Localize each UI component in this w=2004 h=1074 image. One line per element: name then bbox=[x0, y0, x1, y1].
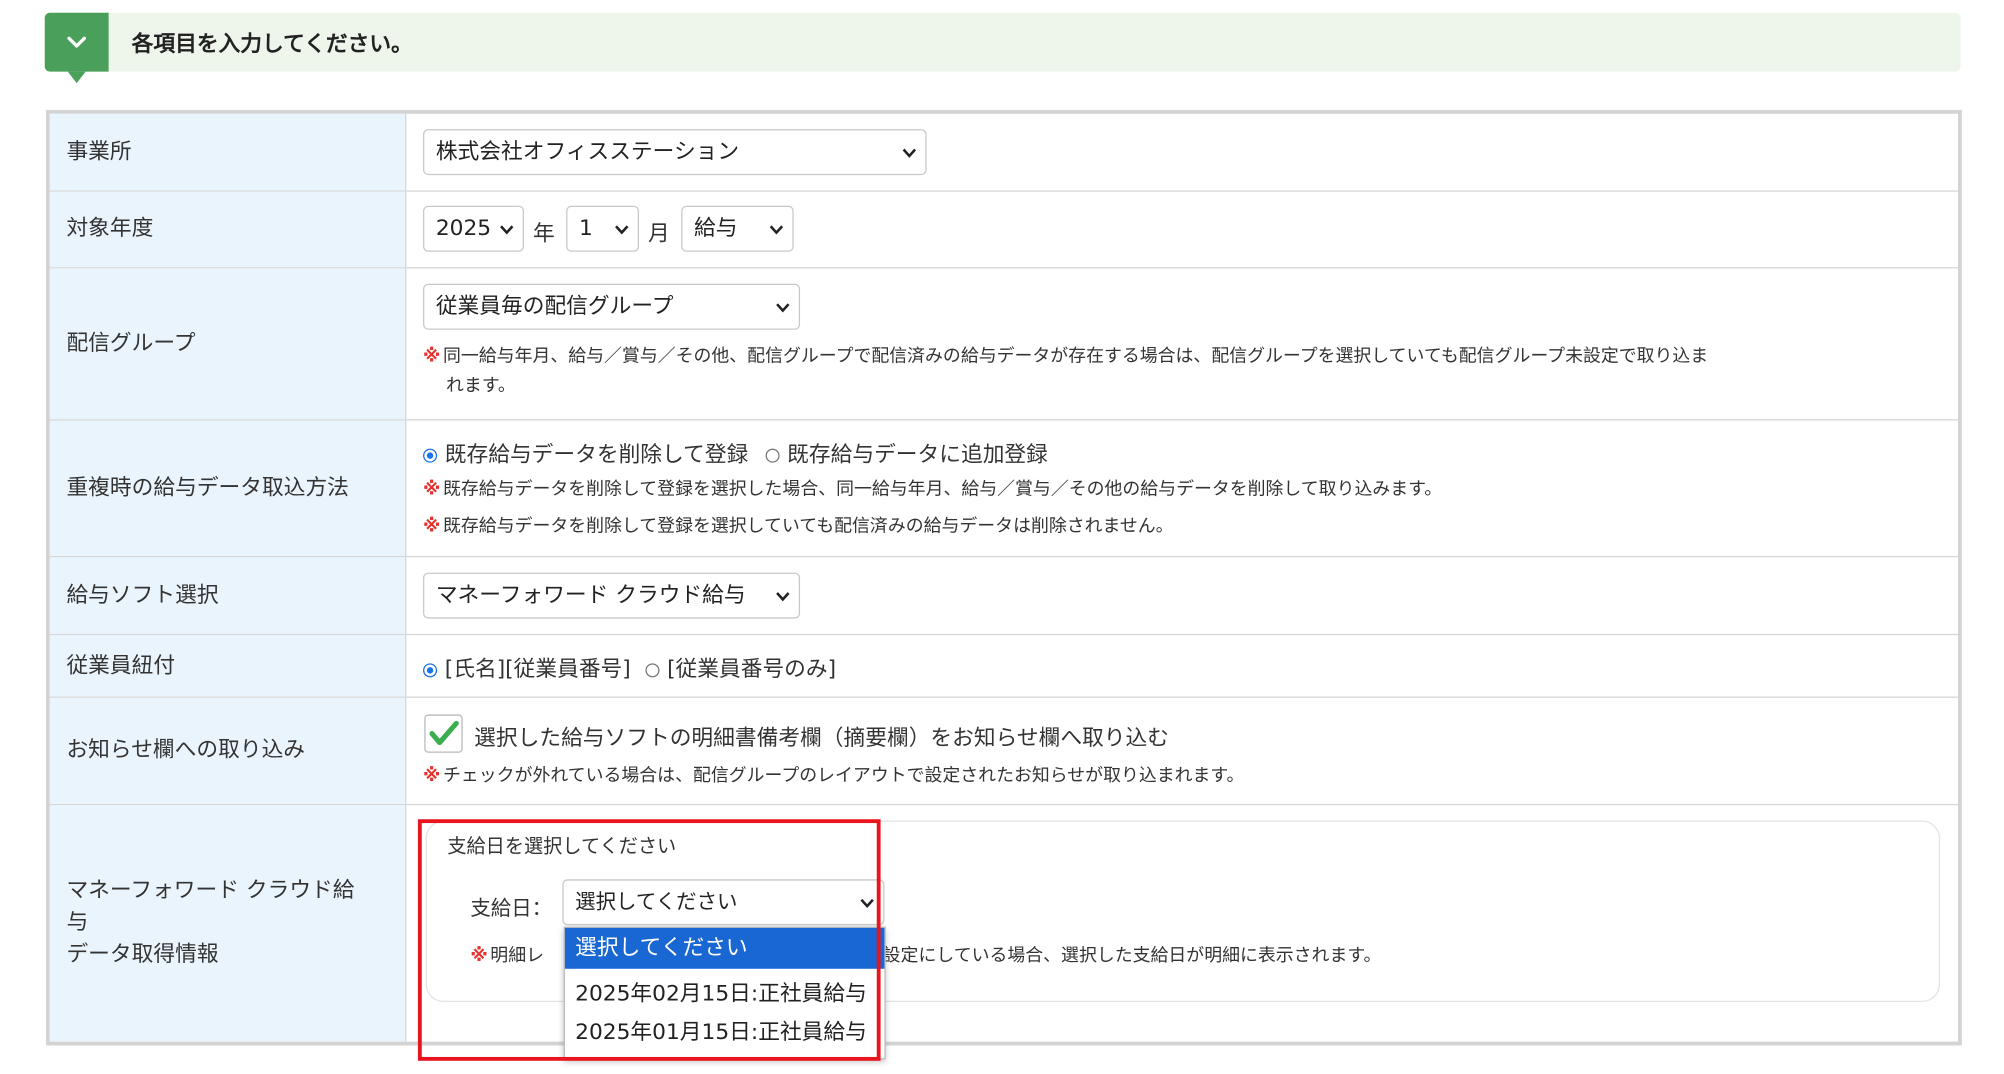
radio-label: [従業員番号のみ] bbox=[667, 656, 837, 683]
office-select-value: 株式会社オフィスステーション bbox=[435, 139, 740, 165]
row-employee: 従業員紐付 [氏名][従業員番号] [従業員番号のみ] bbox=[49, 635, 1958, 698]
pay-date-dropdown-list: 選択してください 2025年02月15日:正社員給与 2025年01月15日:正… bbox=[563, 926, 886, 1060]
notice-checkbox[interactable] bbox=[424, 714, 463, 753]
pay-date-heading: 支給日を選択してください bbox=[447, 834, 677, 858]
dropdown-option[interactable]: 2025年02月15日:正社員給与 bbox=[565, 974, 885, 1015]
section-banner: 各項目を入力してください。 bbox=[44, 12, 1961, 84]
pay-type-select[interactable]: 給与 bbox=[681, 205, 794, 252]
row-year: 対象年度 2025 年 1 月 給与 bbox=[49, 191, 1958, 269]
note-text: 示する設定にしている場合、選択した支給日が明細に表示されます。 bbox=[828, 945, 1382, 967]
note-mark: ※ bbox=[423, 479, 441, 500]
radio-selected-icon[interactable] bbox=[423, 448, 438, 463]
chevron-down-icon bbox=[776, 303, 790, 313]
year-select[interactable]: 2025 bbox=[423, 205, 525, 252]
row-duplicate: 重複時の給与データ取込方法 既存給与データを削除して登録 既存給与データに追加登… bbox=[49, 420, 1958, 558]
pay-type-select-value: 給与 bbox=[693, 215, 738, 242]
radio-unselected-icon[interactable] bbox=[765, 448, 780, 463]
row-label: 配信グループ bbox=[49, 268, 407, 420]
note-text: 同一給与年月、給与／賞与／その他、配信グループで配信済みの給与データが存在する場… bbox=[443, 346, 1709, 367]
note-mark: ※ bbox=[423, 346, 441, 367]
row-label: マネーフォワード クラウド給 与 データ取得情報 bbox=[49, 805, 407, 1042]
import-form: 事業所 株式会社オフィスステーション 対象年度 2025 年 1 月 給与 配信… bbox=[46, 109, 1962, 1046]
section-title: 各項目を入力してください。 bbox=[131, 31, 413, 58]
note-mark: ※ bbox=[423, 516, 441, 537]
software-select[interactable]: マネーフォワード クラウド給与 bbox=[423, 572, 801, 619]
radio-label: [氏名][従業員番号] bbox=[444, 656, 631, 683]
month-select[interactable]: 1 bbox=[566, 205, 640, 252]
row-group: 配信グループ 従業員毎の配信グループ ※ 同一給与年月、給与／賞与／その他、配信グ… bbox=[49, 268, 1958, 421]
radio-label: 既存給与データに追加登録 bbox=[787, 442, 1048, 468]
note-text: 既存給与データを削除して登録を選択した場合、同一給与年月、給与／賞与／その他の給… bbox=[443, 479, 1443, 500]
chevron-down-icon bbox=[769, 225, 784, 235]
row-label: 対象年度 bbox=[49, 191, 407, 268]
month-select-value: 1 bbox=[578, 215, 593, 242]
group-note: ※ 同一給与年月、給与／賞与／その他、配信グループで配信済みの給与データが存在する… bbox=[423, 343, 1938, 402]
year-select-value: 2025 bbox=[435, 215, 492, 242]
dropdown-option[interactable]: 2025年01月15日:正社員給与 bbox=[565, 1015, 885, 1051]
notice-note: ※ チェックが外れている場合は、配信グループのレイアウトで設定されたお知らせが取り… bbox=[423, 762, 1244, 791]
label-line: データ取得情報 bbox=[66, 941, 219, 968]
group-select-value: 従業員毎の配信グループ bbox=[435, 293, 674, 320]
duplicate-option-delete[interactable]: 既存給与データを削除して登録 bbox=[423, 442, 748, 468]
notice-checkbox-label[interactable]: 選択した給与ソフトの明細書備考欄（摘要欄）をお知らせ欄へ取り込む bbox=[474, 720, 1169, 752]
duplicate-radio-group: 既存給与データを削除して登録 既存給与データに追加登録 bbox=[423, 436, 1048, 468]
label-line: 与 bbox=[66, 909, 89, 936]
month-unit: 月 bbox=[647, 221, 670, 247]
duplicate-note-1: ※ 既存給与データを削除して登録を選択した場合、同一給与年月、給与／賞与／その他の… bbox=[423, 475, 1442, 504]
duplicate-option-append[interactable]: 既存給与データに追加登録 bbox=[765, 442, 1048, 468]
row-label: 事業所 bbox=[49, 113, 407, 191]
duplicate-note-2: ※ 既存給与データを削除して登録を選択していても配信済みの給与データは削除されませ… bbox=[423, 513, 1174, 542]
row-label: お知らせ欄への取り込み bbox=[49, 697, 407, 804]
row-software: 給与ソフト選択 マネーフォワード クラウド給与 bbox=[49, 557, 1958, 636]
dropdown-option[interactable]: 選択してください bbox=[564, 927, 885, 969]
group-select[interactable]: 従業員毎の配信グループ bbox=[423, 283, 801, 330]
pay-date-select[interactable]: 選択してください bbox=[562, 879, 885, 926]
employee-option-number-only[interactable]: [従業員番号のみ] bbox=[645, 656, 837, 683]
software-select-value: マネーフォワード クラウド給与 bbox=[435, 582, 746, 609]
note-text: れます。 bbox=[446, 375, 516, 397]
chevron-down-icon bbox=[776, 592, 790, 602]
pay-date-select-value: 選択してください bbox=[575, 889, 738, 914]
note-text: 既存給与データを削除して登録を選択していても配信済みの給与データは削除されません… bbox=[443, 516, 1174, 537]
employee-option-name-number[interactable]: [氏名][従業員番号] bbox=[423, 656, 631, 683]
pay-date-label: 支給日： bbox=[470, 895, 553, 921]
checkmark-icon bbox=[429, 720, 459, 746]
row-label: 給与ソフト選択 bbox=[49, 557, 407, 634]
year-unit: 年 bbox=[532, 221, 555, 247]
radio-selected-icon[interactable] bbox=[423, 663, 438, 678]
note-mark: ※ bbox=[423, 765, 441, 787]
chevron-down-icon[interactable] bbox=[44, 12, 109, 84]
note-mark: ※ bbox=[470, 945, 488, 967]
employee-radio-group: [氏名][従業員番号] [従業員番号のみ] bbox=[423, 651, 837, 683]
row-office: 事業所 株式会社オフィスステーション bbox=[49, 113, 1958, 192]
chevron-down-icon bbox=[902, 148, 917, 158]
office-select[interactable]: 株式会社オフィスステーション bbox=[423, 129, 927, 176]
note-text: チェックが外れている場合は、配信グループのレイアウトで設定されたお知らせが取り込… bbox=[443, 765, 1245, 787]
row-mf-info: マネーフォワード クラウド給 与 データ取得情報 支給日を選択してください 支給… bbox=[49, 805, 1958, 1042]
row-notice: お知らせ欄への取り込み 選択した給与ソフトの明細書備考欄（摘要欄）をお知らせ欄へ… bbox=[49, 697, 1958, 806]
row-label: 重複時の給与データ取込方法 bbox=[49, 420, 407, 556]
radio-unselected-icon[interactable] bbox=[645, 663, 660, 678]
chevron-down-icon bbox=[860, 898, 874, 909]
radio-label: 既存給与データを削除して登録 bbox=[444, 442, 749, 468]
chevron-down-icon bbox=[615, 225, 629, 235]
chevron-down-icon bbox=[500, 225, 514, 235]
row-label: 従業員紐付 bbox=[49, 635, 407, 697]
label-line: マネーフォワード クラウド給 bbox=[66, 878, 355, 904]
note-text: 明細レ bbox=[490, 945, 544, 967]
